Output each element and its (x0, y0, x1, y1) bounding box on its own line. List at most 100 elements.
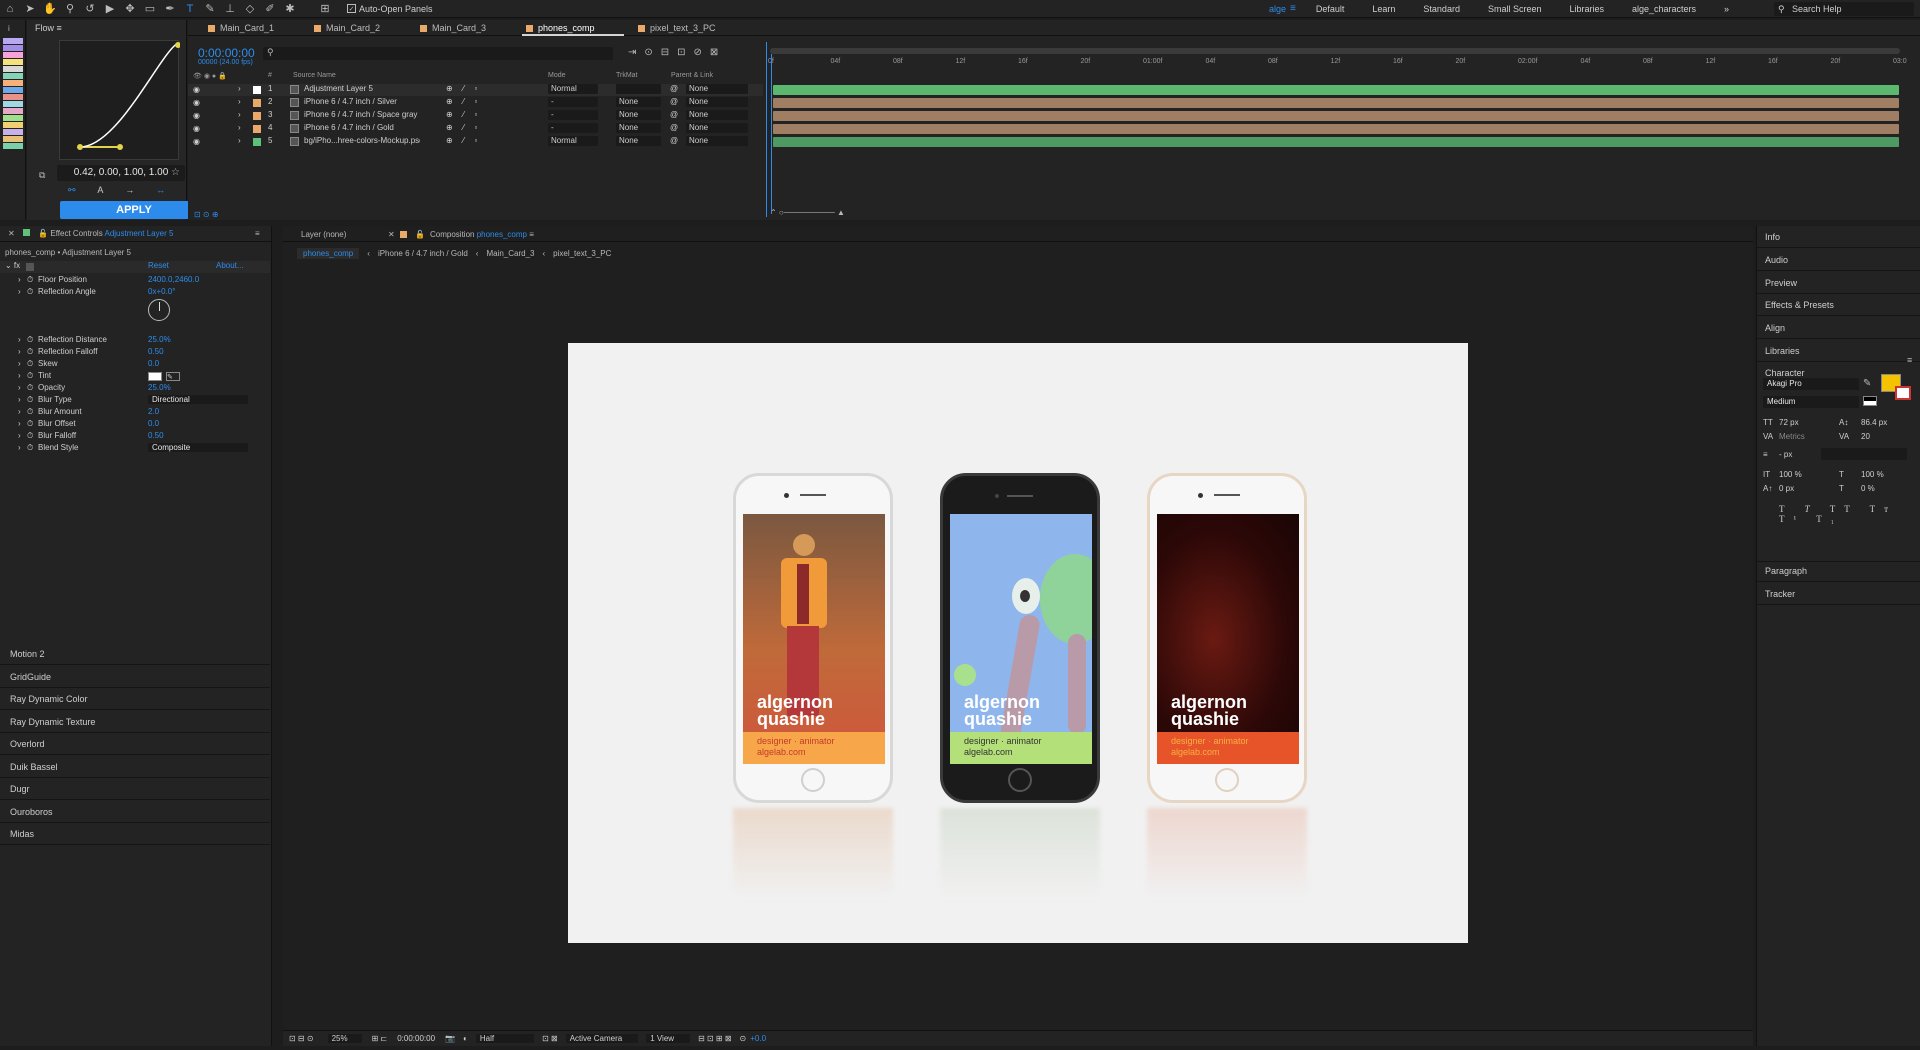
expand-chevron-icon[interactable]: › (18, 347, 21, 356)
exposure-value[interactable]: +0.0 (750, 1034, 766, 1043)
effect-param-value[interactable]: 2400.0,2460.0 (148, 275, 199, 284)
bezier-value-field[interactable]: 0.42, 0.00, 1.00, 1.00 (57, 165, 185, 181)
layer-label-color[interactable] (253, 86, 261, 94)
panel-tab-libraries[interactable]: Libraries (1757, 340, 1920, 362)
pickwhip-icon[interactable]: @ (670, 110, 678, 119)
panel-tab-align[interactable]: Align (1757, 317, 1920, 339)
timeline-bottom-icons[interactable]: ⊡ ⊙ ⊕ (194, 210, 219, 219)
roto-brush-tool-icon[interactable]: ✐ (263, 2, 277, 16)
expand-chevron-icon[interactable]: › (18, 371, 21, 380)
effect-controls-tab[interactable]: ✕ 🔓 Effect Controls Adjustment Layer 5 ≡ (0, 226, 271, 242)
extension-panel-item[interactable]: GridGuide (0, 666, 270, 688)
label-swatch[interactable] (3, 73, 23, 79)
parent-dropdown[interactable]: None (686, 123, 748, 133)
auto-open-checkbox[interactable]: ✓ (347, 4, 356, 13)
extension-panel-item[interactable]: Midas (0, 823, 270, 845)
kerning-field[interactable]: Metrics (1779, 432, 1805, 441)
label-swatch[interactable] (3, 66, 23, 72)
visibility-eye-icon[interactable]: ◉ (193, 137, 200, 146)
layer-duration-bar[interactable] (773, 111, 1899, 121)
blend-mode-dropdown[interactable]: - (548, 110, 598, 120)
copy-icon[interactable]: ⧉ (39, 170, 45, 181)
layer-row[interactable]: ◉ › 2 iPhone 6 / 4.7 inch / Silver ⊕ ⁄ ▫… (188, 97, 763, 109)
eyedropper-icon[interactable]: ✎ (1863, 378, 1871, 389)
effect-param-value[interactable]: 25.0% (148, 383, 171, 392)
effect-param-value[interactable]: 0.50 (148, 431, 164, 440)
breadcrumb-gold[interactable]: iPhone 6 / 4.7 inch / Gold (378, 249, 468, 258)
visibility-eye-icon[interactable]: ◉ (193, 111, 200, 120)
blend-mode-dropdown[interactable]: Normal (548, 84, 598, 94)
tint-color-swatch[interactable] (148, 372, 162, 381)
extension-panel-item[interactable]: Dugr (0, 778, 270, 800)
panel-menu-icon[interactable]: ≡ (57, 23, 62, 33)
layer-label-color[interactable] (253, 125, 261, 133)
workspace-default[interactable]: Default (1316, 4, 1345, 14)
label-swatch[interactable] (3, 45, 23, 51)
expand-chevron-icon[interactable]: › (18, 395, 21, 404)
layer-switches[interactable]: ⊕ ⁄ ▫ (446, 110, 481, 119)
panel-tab-effects-presets[interactable]: Effects & Presets (1757, 294, 1920, 316)
zoom-tool-icon[interactable]: ⚲ (63, 2, 77, 16)
workspace-alge-characters[interactable]: alge_characters (1632, 4, 1696, 14)
composition-canvas[interactable]: algernon quashie designer · animator algel… (568, 343, 1468, 943)
font-size-field[interactable]: 72 px (1779, 418, 1799, 427)
resolution-dropdown[interactable]: Half (475, 1034, 535, 1043)
stroke-width-field[interactable]: - px (1779, 450, 1792, 459)
grid-icons[interactable]: ⊞ ⊏ (372, 1034, 388, 1043)
label-swatch[interactable] (3, 122, 23, 128)
track-matte-dropdown[interactable]: None (616, 97, 661, 107)
layer-row[interactable]: ◉ › 4 iPhone 6 / 4.7 inch / Gold ⊕ ⁄ ▫ -… (188, 123, 763, 135)
lock-icon[interactable]: 🔓 (415, 230, 425, 239)
apply-button[interactable]: APPLY (60, 201, 208, 219)
current-time-display[interactable]: 0:00:00:00 (198, 46, 255, 60)
stroke-color-swatch[interactable] (1895, 386, 1911, 400)
layer-label-color[interactable] (253, 138, 261, 146)
expand-chevron-icon[interactable]: › (238, 97, 241, 106)
label-swatch[interactable] (3, 52, 23, 58)
effect-param-dropdown[interactable]: Composite (148, 443, 248, 452)
label-swatch[interactable] (3, 143, 23, 149)
flow-tab[interactable]: Flow ≡ (27, 20, 186, 36)
tab-phones-comp[interactable]: phones_comp (522, 20, 624, 36)
rectangle-tool-icon[interactable]: ▭ (143, 2, 157, 16)
stopwatch-icon[interactable]: ⏱ (27, 287, 33, 297)
extension-panel-item[interactable]: Ray Dynamic Color (0, 688, 270, 710)
expand-chevron-icon[interactable]: › (18, 443, 21, 452)
track-matte-dropdown[interactable]: None (616, 123, 661, 133)
stopwatch-icon[interactable]: ⏱ (27, 443, 33, 453)
label-swatch[interactable] (3, 108, 23, 114)
stopwatch-icon[interactable]: ⏱ (27, 395, 33, 405)
workspace-libraries[interactable]: Libraries (1569, 4, 1604, 14)
label-swatch[interactable] (3, 129, 23, 135)
layer-label-color[interactable] (253, 99, 261, 107)
expand-chevron-icon[interactable]: › (18, 419, 21, 428)
expand-chevron-icon[interactable]: › (18, 359, 21, 368)
panel-tab-tracker[interactable]: Tracker (1757, 583, 1920, 605)
eraser-tool-icon[interactable]: ◇ (243, 2, 257, 16)
text-style-buttons[interactable]: T T TT Tт T¹ T₁ (1779, 504, 1920, 524)
layer-search-input[interactable]: ⚲ (263, 47, 613, 60)
view-options-icons[interactable]: ⊟ ⊡ ⊞ ⊠ (698, 1034, 731, 1043)
baseline-shift-field[interactable]: 0 px (1779, 484, 1794, 493)
tab-main-card-2[interactable]: Main_Card_2 (310, 20, 380, 36)
stopwatch-icon[interactable]: ⏱ (27, 407, 33, 417)
vertical-scale-field[interactable]: 100 % (1779, 470, 1802, 479)
pickwhip-icon[interactable]: @ (670, 97, 678, 106)
effect-param-value[interactable]: 2.0 (148, 407, 159, 416)
visibility-eye-icon[interactable]: ◉ (193, 85, 200, 94)
panel-tab-audio[interactable]: Audio (1757, 249, 1920, 271)
expand-chevron-icon[interactable]: › (238, 136, 241, 145)
tab-composition[interactable]: Composition phones_comp ≡ (430, 230, 534, 239)
label-swatch[interactable] (3, 59, 23, 65)
expand-chevron-icon[interactable]: › (238, 84, 241, 93)
trkmat-header[interactable]: TrkMat (616, 72, 638, 79)
link-icon[interactable]: ⚯ (68, 185, 76, 197)
expand-chevron-icon[interactable]: › (18, 431, 21, 440)
type-tool-icon[interactable]: T (183, 2, 197, 16)
tab-main-card-1[interactable]: Main_Card_1 (204, 20, 274, 36)
source-name-header[interactable]: Source Name (293, 72, 336, 79)
lock-icon[interactable]: 🔓 (38, 229, 48, 238)
layer-switches[interactable]: ⊕ ⁄ ▫ (446, 97, 481, 106)
views-dropdown[interactable]: 1 View (646, 1034, 691, 1043)
selection-tool-icon[interactable]: ➤ (23, 2, 37, 16)
